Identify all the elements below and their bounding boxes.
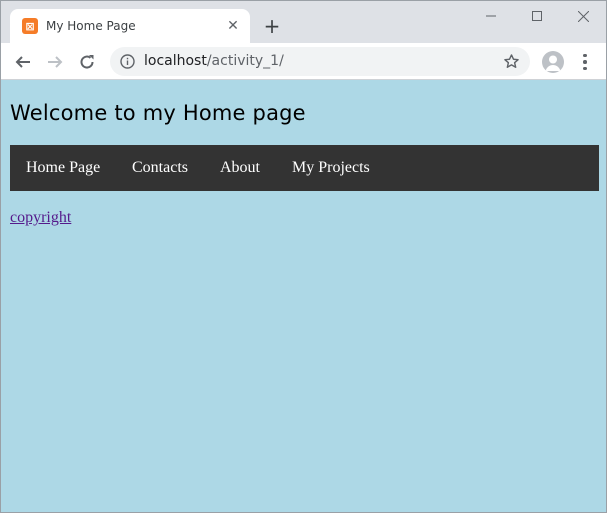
nav-link-my-projects[interactable]: My Projects <box>292 159 370 177</box>
nav-link-home-page[interactable]: Home Page <box>26 159 100 177</box>
page-title: Welcome to my Home page <box>10 101 306 125</box>
copyright-link[interactable]: copyright <box>10 209 71 227</box>
nav-bar: Home Page Contacts About My Projects <box>10 145 599 191</box>
maximize-icon[interactable] <box>514 1 560 31</box>
page-viewport: Welcome to my Home page Home Page Contac… <box>1 81 606 512</box>
new-tab-button[interactable]: + <box>261 14 283 38</box>
address-bar[interactable]: localhost/activity_1/ <box>110 47 530 76</box>
nav-link-about[interactable]: About <box>220 159 260 177</box>
reload-icon[interactable] <box>74 49 100 75</box>
browser-toolbar: localhost/activity_1/ <box>1 43 606 80</box>
close-icon[interactable] <box>560 1 606 31</box>
url-text[interactable]: localhost/activity_1/ <box>144 53 284 69</box>
back-arrow-icon[interactable] <box>10 49 36 75</box>
browser-window: ⊠ My Home Page ✕ + localhost/activity_1/… <box>0 0 607 513</box>
url-path: /activity_1/ <box>206 53 284 69</box>
tab-title: My Home Page <box>46 19 136 33</box>
tab-strip: ⊠ My Home Page ✕ + <box>1 1 606 43</box>
forward-arrow-icon[interactable] <box>42 49 68 75</box>
tab-close-icon[interactable]: ✕ <box>224 17 242 35</box>
more-menu-icon[interactable] <box>577 51 593 73</box>
info-icon[interactable] <box>120 54 135 69</box>
minimize-icon[interactable] <box>468 1 514 31</box>
url-host: localhost <box>144 53 207 69</box>
nav-link-contacts[interactable]: Contacts <box>132 159 188 177</box>
xampp-icon: ⊠ <box>22 18 38 34</box>
bookmark-star-icon[interactable] <box>503 53 520 70</box>
profile-avatar-icon[interactable] <box>542 51 564 73</box>
tab-active[interactable]: ⊠ My Home Page ✕ <box>10 9 250 43</box>
